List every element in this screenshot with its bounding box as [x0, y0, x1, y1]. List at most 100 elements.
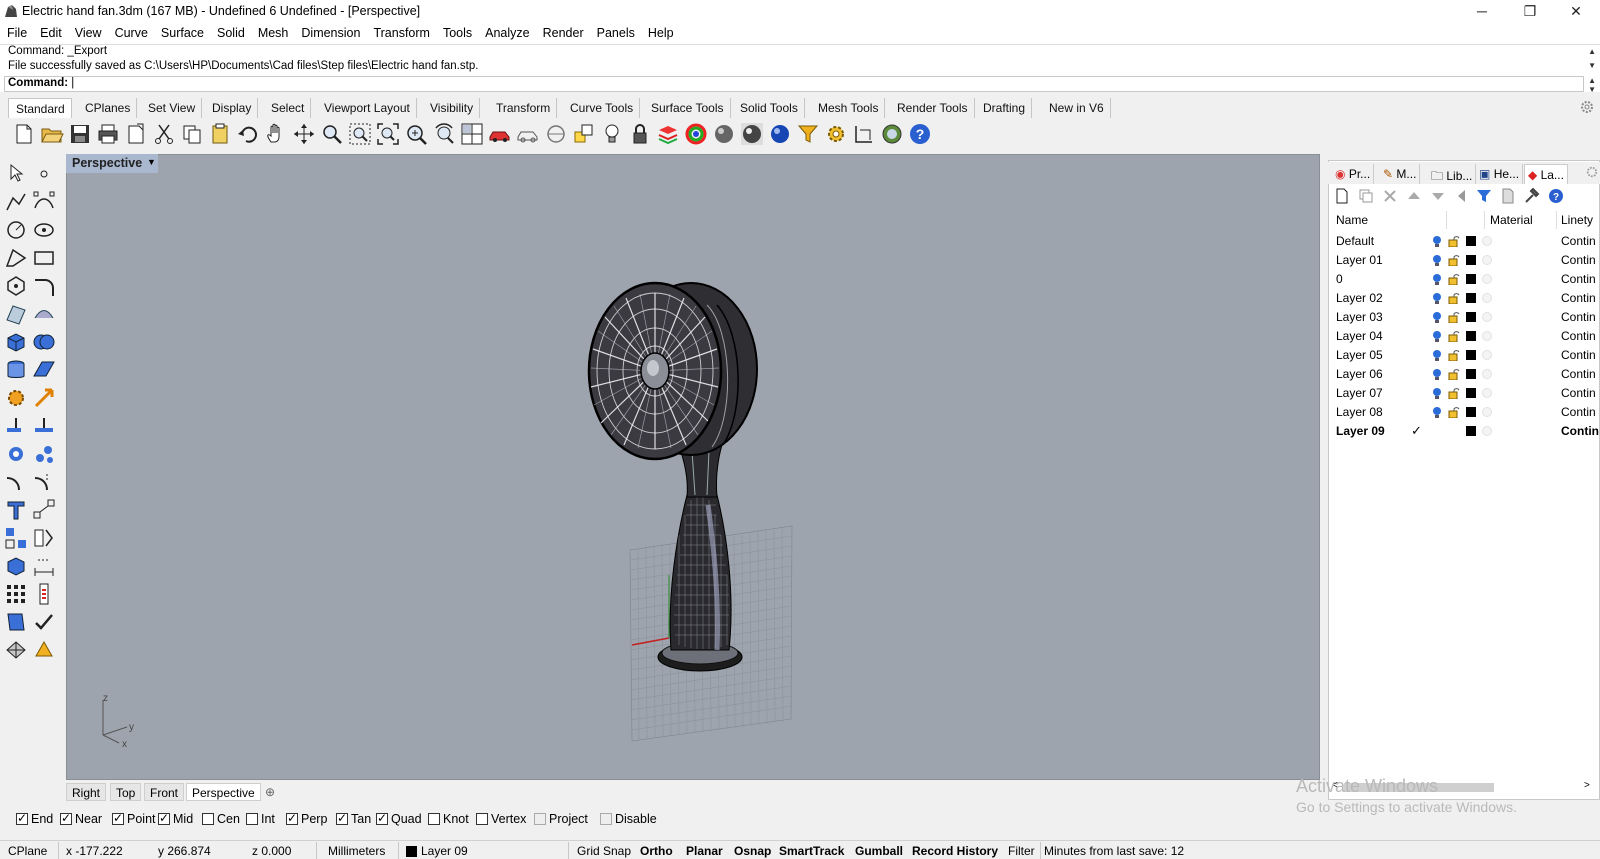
tab-solid-tools[interactable]: Solid Tools [733, 98, 805, 118]
unlocked-icon[interactable] [1448, 387, 1460, 399]
unlocked-icon[interactable] [1448, 273, 1460, 285]
move-out-icon[interactable] [1454, 188, 1470, 204]
layer-row-current[interactable]: Layer 09 ✓ Contin [1329, 422, 1599, 441]
scroll-up-icon[interactable]: ▲ [1588, 47, 1596, 56]
status-grid-snap[interactable]: Grid Snap [577, 844, 631, 858]
export-page-icon[interactable] [124, 122, 148, 146]
perspective-viewport[interactable]: z y x [66, 154, 1320, 780]
osnap-checkbox[interactable] [376, 811, 388, 825]
tab-drafting[interactable]: Drafting [976, 98, 1033, 118]
curve-cv-icon[interactable] [32, 190, 56, 214]
osnap-checkbox[interactable] [158, 811, 170, 825]
layer-row[interactable]: Layer 04 Contin [1329, 327, 1599, 346]
layer-linetype[interactable]: Contin [1561, 367, 1596, 381]
layer-color-swatch[interactable] [1466, 369, 1476, 379]
light-bulb-icon[interactable] [1431, 292, 1443, 305]
osnap-int[interactable]: Int [246, 812, 275, 826]
cmd-spin-icon[interactable]: ▲ ▼ [1588, 76, 1596, 94]
viewport-tab-perspective[interactable]: Perspective [186, 783, 261, 801]
menu-mesh[interactable]: Mesh [251, 24, 295, 40]
surface-edit-icon[interactable] [32, 302, 56, 326]
menu-file[interactable]: File [0, 24, 33, 40]
delete-layer-icon[interactable] [1382, 188, 1398, 204]
scale-arrow-icon[interactable] [32, 386, 56, 410]
tab-layers[interactable]: ◆ La... [1524, 164, 1568, 184]
layer-row[interactable]: Layer 05 Contin [1329, 346, 1599, 365]
copy-tool-icon[interactable] [32, 414, 56, 438]
layer-state-icon[interactable] [1500, 188, 1516, 204]
unlocked-icon[interactable] [1448, 368, 1460, 380]
layer-material-swatch[interactable] [1482, 312, 1492, 322]
layer-row[interactable]: Layer 07 Contin [1329, 384, 1599, 403]
viewport-tab-right[interactable]: Right [66, 783, 107, 801]
viewport-title[interactable]: Perspective [66, 154, 158, 173]
layer-material-swatch[interactable] [1482, 407, 1492, 417]
boolean-union-icon[interactable] [32, 330, 56, 354]
grid-array-icon[interactable] [4, 582, 28, 606]
light-bulb-icon[interactable] [1431, 406, 1443, 419]
osnap-cen[interactable]: Cen [202, 812, 240, 826]
osnap-checkbox[interactable] [202, 813, 214, 825]
column-linetype[interactable]: Linety [1561, 213, 1593, 227]
print-icon[interactable] [96, 122, 120, 146]
zoom-window-icon[interactable] [348, 122, 372, 146]
circle-icon[interactable] [4, 218, 28, 242]
status-filter[interactable]: Filter [1008, 844, 1035, 858]
column-material[interactable]: Material [1490, 213, 1533, 227]
filter-icon[interactable] [1476, 188, 1492, 204]
layer-color-swatch[interactable] [1466, 293, 1476, 303]
tab-viewport-layout[interactable]: Viewport Layout [317, 98, 417, 118]
menu-solid[interactable]: Solid [210, 24, 251, 40]
filter-funnel-icon[interactable] [796, 122, 820, 146]
layer-material-swatch[interactable] [1482, 293, 1492, 303]
render-sphere-icon[interactable] [712, 122, 736, 146]
rectangle-icon[interactable] [32, 246, 56, 270]
column-name[interactable]: Name [1336, 213, 1368, 227]
light-bulb-icon[interactable] [1431, 330, 1443, 343]
split-icon[interactable] [32, 470, 56, 494]
zoom-selected-icon[interactable] [404, 122, 428, 146]
osnap-checkbox[interactable] [336, 811, 348, 825]
status-gumball[interactable]: Gumball [855, 844, 903, 858]
osnap-checkbox[interactable] [534, 813, 546, 825]
lock-icon[interactable] [628, 122, 652, 146]
layer-color-swatch[interactable] [1466, 274, 1476, 284]
undo-view-icon[interactable] [432, 122, 456, 146]
tab-select[interactable]: Select [264, 98, 312, 118]
osnap-end[interactable]: End [16, 811, 53, 826]
layer-color-swatch[interactable] [1466, 236, 1476, 246]
status-osnap[interactable]: Osnap [734, 844, 771, 858]
osnap-mid[interactable]: Mid [158, 811, 193, 826]
tab-standard[interactable]: Standard [8, 98, 72, 118]
light-bulb-icon[interactable] [1431, 368, 1443, 381]
menu-curve[interactable]: Curve [108, 24, 154, 40]
layer-color-swatch[interactable] [1466, 426, 1476, 436]
layer-material-swatch[interactable] [1482, 350, 1492, 360]
save-icon[interactable] [68, 122, 92, 146]
menu-panels[interactable]: Panels [590, 24, 641, 40]
options-gear-icon[interactable] [824, 122, 848, 146]
tab-libraries[interactable]: 🗀 Lib... [1428, 164, 1477, 184]
minimize-button[interactable]: ─ [1462, 0, 1502, 24]
light-bulb-icon[interactable] [1431, 349, 1443, 362]
planar-surface-icon[interactable] [32, 358, 56, 382]
analyze-icon[interactable] [4, 610, 28, 634]
layer-color-swatch[interactable] [1466, 255, 1476, 265]
tab-transform[interactable]: Transform [489, 98, 558, 118]
light-bulb-icon[interactable] [1431, 235, 1443, 248]
layer-color-swatch[interactable] [1466, 388, 1476, 398]
point-icon[interactable] [32, 162, 56, 186]
osnap-near[interactable]: Near [60, 811, 102, 826]
viewport-canvas[interactable]: z y x [67, 155, 1321, 781]
rotate-tool-icon[interactable] [4, 442, 28, 466]
panel-gear-icon[interactable] [1586, 166, 1598, 178]
osnap-checkbox[interactable] [428, 813, 440, 825]
light-bulb-icon[interactable] [1431, 387, 1443, 400]
layer-color-swatch[interactable] [1466, 331, 1476, 341]
fan-model[interactable] [587, 281, 758, 672]
render-tool-icon[interactable] [32, 638, 56, 662]
rotate-view-icon[interactable] [292, 122, 316, 146]
status-current-layer[interactable]: Layer 09 [421, 844, 468, 858]
osnap-checkbox[interactable] [112, 811, 124, 825]
block-icon[interactable] [4, 554, 28, 578]
